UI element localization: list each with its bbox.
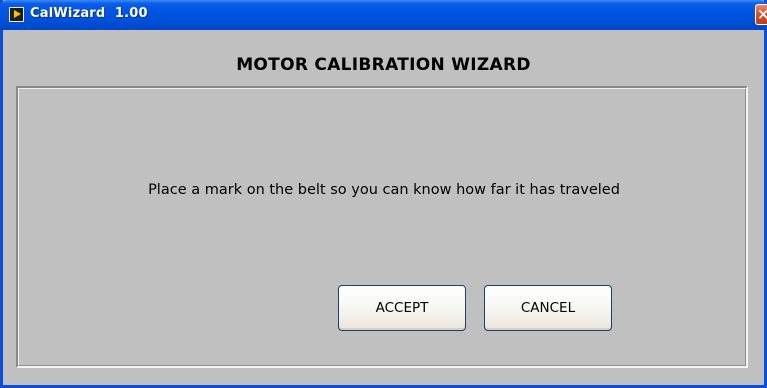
close-icon: × bbox=[757, 5, 767, 24]
close-button[interactable]: × bbox=[755, 4, 767, 25]
wizard-heading: MOTOR CALIBRATION WIZARD bbox=[236, 55, 531, 75]
wizard-panel: Place a mark on the belt so you can know… bbox=[16, 86, 748, 368]
wizard-panel-inner: Place a mark on the belt so you can know… bbox=[18, 88, 746, 366]
window-title: CalWizard 1.00 bbox=[30, 6, 148, 21]
accept-button[interactable]: ACCEPT bbox=[338, 285, 466, 331]
cancel-button[interactable]: CANCEL bbox=[484, 285, 612, 331]
calwizard-window: CalWizard 1.00 × MOTOR CALIBRATION WIZAR… bbox=[0, 0, 767, 388]
instruction-message: Place a mark on the belt so you can know… bbox=[148, 182, 620, 198]
title-bar[interactable]: CalWizard 1.00 × bbox=[0, 0, 767, 30]
app-icon[interactable] bbox=[9, 7, 24, 22]
